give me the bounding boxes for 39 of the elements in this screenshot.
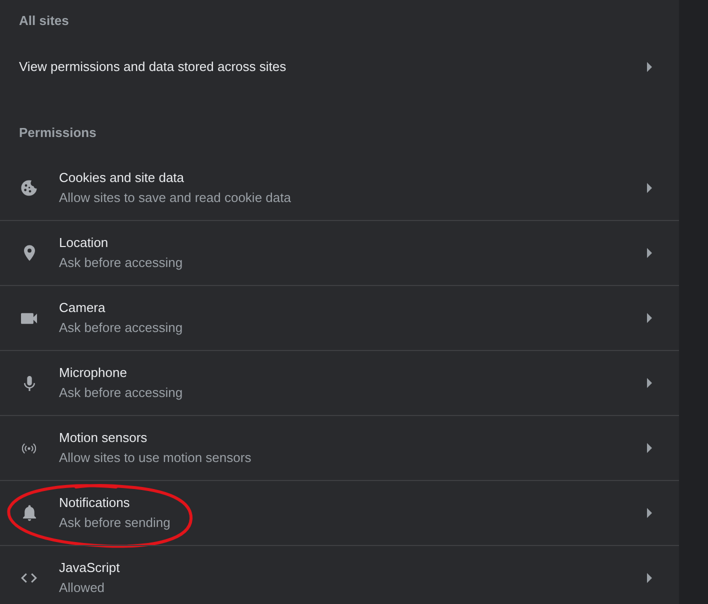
section-heading: All sites: [19, 12, 69, 30]
microphone-icon: [24, 376, 34, 390]
arrow-right-icon: [647, 443, 652, 453]
permission-title: Camera: [59, 299, 106, 317]
arrow-right-icon: [647, 508, 652, 518]
arrow-right-icon: [647, 248, 652, 258]
permission-description: Ask before accessing: [59, 319, 183, 337]
all-sites-link[interactable]: View permissions and data stored across sites: [0, 31, 679, 103]
permission-description: Allow sites to save and read cookie data: [59, 188, 291, 206]
permission-row[interactable]: Motion sensors Allow sites to use motion sensors: [0, 415, 679, 480]
arrow-right-icon: [647, 182, 652, 192]
permission-title: Motion sensors: [59, 429, 148, 447]
video-camera-icon: [21, 312, 37, 324]
map-pin-icon: [24, 245, 34, 261]
cookie-icon: [21, 180, 37, 196]
permission-title: Notifications: [59, 494, 130, 512]
permission-description: Ask before accessing: [59, 254, 183, 272]
permission-title: Cookies and site data: [59, 168, 184, 186]
permission-description: Allowed: [59, 579, 105, 597]
signal-waves-icon: [22, 442, 36, 454]
bell-icon: [22, 505, 36, 521]
permission-row[interactable]: Cookies and site data Allow sites to save and read cookie data: [0, 155, 679, 220]
permission-row[interactable]: Location Ask before accessing: [0, 220, 679, 285]
permission-row[interactable]: Camera Ask before accessing: [0, 285, 679, 350]
arrow-right-icon: [647, 573, 652, 583]
permission-description: Allow sites to use motion sensors: [59, 449, 252, 467]
permission-description: Ask before accessing: [59, 384, 183, 402]
permission-title: Location: [59, 234, 108, 252]
arrow-right-icon: [647, 313, 652, 323]
code-brackets-icon: [21, 573, 37, 583]
permission-title: Microphone: [59, 364, 127, 382]
permission-description: Ask before sending: [59, 514, 170, 532]
permission-row[interactable]: Microphone Ask before accessing: [0, 350, 679, 415]
arrow-right-icon: [647, 62, 652, 72]
arrow-right-icon: [647, 378, 652, 388]
permission-row[interactable]: JavaScript Allowed: [0, 545, 679, 604]
section-heading: Permissions: [19, 124, 96, 142]
permission-row[interactable]: Notifications Ask before sending: [0, 480, 679, 545]
permission-title: JavaScript: [59, 559, 120, 577]
